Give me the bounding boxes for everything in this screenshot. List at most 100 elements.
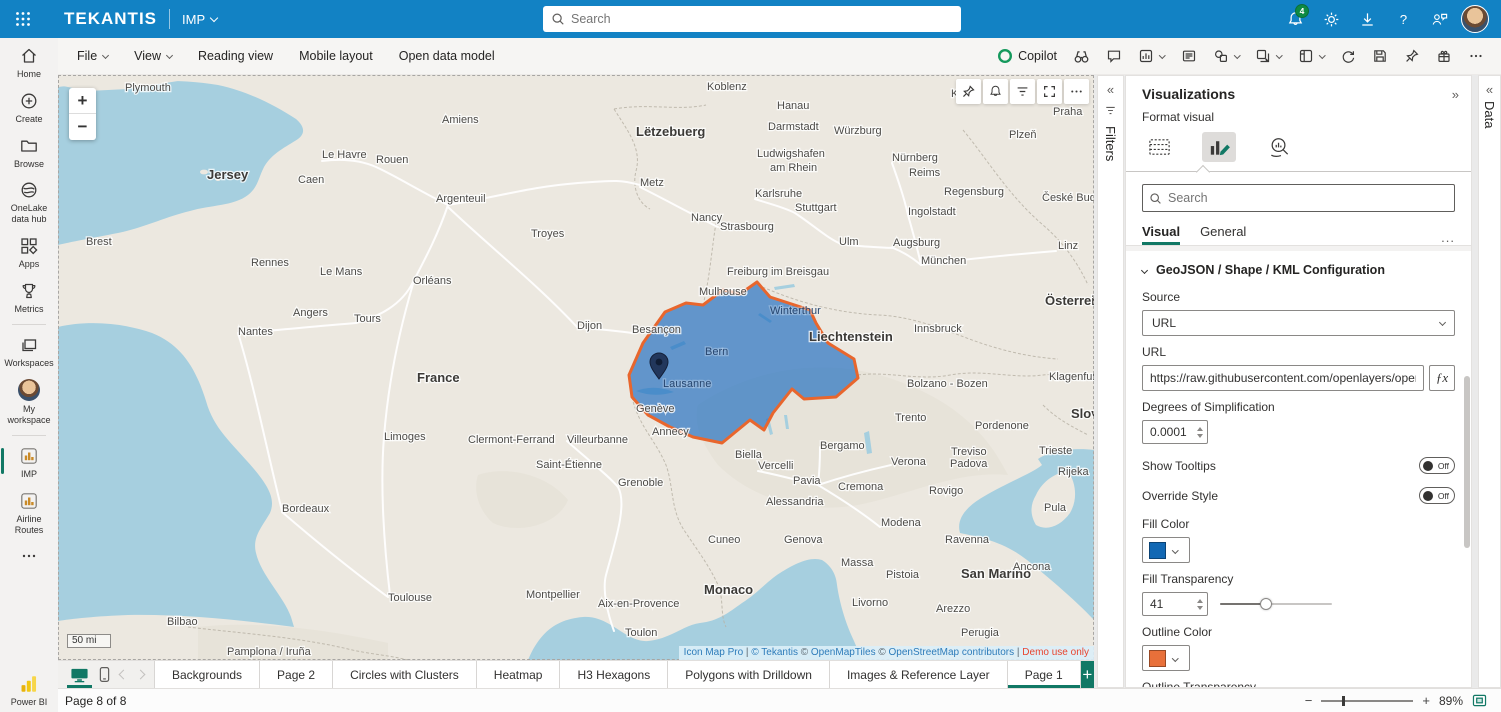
map-visual[interactable]: PlymouthAmiensKoblenzHanauDarmstadtWürzb… <box>58 75 1094 660</box>
focus-mode-button[interactable] <box>1037 79 1062 104</box>
menu-item-file[interactable]: File <box>66 43 119 69</box>
sidebar-item-onelake-data-hub[interactable]: OneLake data hub <box>0 174 58 230</box>
buttons-button[interactable] <box>1248 42 1289 70</box>
expand-pane-icon[interactable]: » <box>1452 87 1459 102</box>
settings-button[interactable] <box>1315 3 1347 35</box>
expand-data-icon[interactable]: « <box>1486 76 1493 97</box>
menu-item-view[interactable]: View <box>123 43 183 69</box>
spinner-control[interactable] <box>1197 427 1205 438</box>
sidebar-item-airline-routes[interactable]: Airline Routes <box>0 485 58 541</box>
sidebar-item-item[interactable] <box>0 540 58 571</box>
add-page-button[interactable]: + <box>1081 661 1094 688</box>
pane-scrollbar[interactable] <box>1464 376 1470 548</box>
feedback-button[interactable] <box>1423 3 1455 35</box>
sidebar-item-metrics[interactable]: Metrics <box>0 275 58 320</box>
help-button[interactable]: ? <box>1387 3 1419 35</box>
tab-general[interactable]: General <box>1200 224 1246 245</box>
zoom-slider[interactable] <box>1321 695 1413 707</box>
search-input[interactable] <box>571 12 953 26</box>
sidebar-item-browse[interactable]: Browse <box>0 130 58 175</box>
sensitivity-button[interactable] <box>1429 42 1459 70</box>
filters-pane-collapsed[interactable]: « Filters <box>1097 75 1124 688</box>
fill-color-dropdown[interactable] <box>1142 537 1190 563</box>
zoom-out-button[interactable]: − <box>69 114 96 140</box>
spin-up-icon[interactable] <box>1197 427 1203 431</box>
expand-filters-icon[interactable]: « <box>1107 76 1114 97</box>
notifications-button[interactable]: 4 <box>1279 3 1311 35</box>
page-tab-page-2[interactable]: Page 2 <box>260 661 333 688</box>
zoom-out-button[interactable]: − <box>1305 693 1313 708</box>
format-search[interactable] <box>1142 184 1455 212</box>
data-pane-collapsed[interactable]: « Data <box>1478 75 1501 688</box>
fill-transparency-input[interactable]: 41 <box>1142 592 1208 616</box>
new-visual-button[interactable] <box>1131 42 1172 70</box>
tab-visual[interactable]: Visual <box>1142 224 1180 245</box>
save-button[interactable] <box>1365 42 1395 70</box>
spin-down-icon[interactable] <box>1197 606 1203 610</box>
page-tab-backgrounds[interactable]: Backgrounds <box>154 661 260 688</box>
fit-to-page-button[interactable] <box>1472 694 1487 707</box>
sidebar-item-my-workspace[interactable]: My workspace <box>0 373 58 431</box>
override-style-toggle[interactable]: Off <box>1419 487 1455 504</box>
page-tab-circles-with-clusters[interactable]: Circles with Clusters <box>333 661 477 688</box>
zoom-in-button[interactable]: + <box>69 88 96 114</box>
account-avatar[interactable] <box>1459 3 1491 35</box>
page-tab-polygons-with-drilldown[interactable]: Polygons with Drilldown <box>668 661 830 688</box>
sidebar-item-home[interactable]: Home <box>0 40 58 85</box>
attribution-link[interactable]: OpenStreetMap contributors <box>889 647 1015 658</box>
app-launcher-icon[interactable] <box>0 0 46 38</box>
slider-thumb[interactable] <box>1342 696 1345 706</box>
next-page-button[interactable] <box>137 661 144 688</box>
fx-conditional-format-button[interactable]: ƒx <box>1429 365 1455 391</box>
zoom-in-button[interactable]: + <box>1422 693 1430 708</box>
slider-thumb[interactable] <box>1260 598 1272 610</box>
attribution-link[interactable]: © Tekantis <box>751 647 798 658</box>
page-tab-images-reference-layer[interactable]: Images & Reference Layer <box>830 661 1008 688</box>
simplification-input[interactable]: 0.0001 <box>1142 420 1208 444</box>
outline-color-dropdown[interactable] <box>1142 645 1190 671</box>
format-tab-icon[interactable] <box>1202 132 1236 162</box>
sidebar-item-create[interactable]: Create <box>0 85 58 130</box>
page-layout-button[interactable] <box>1291 42 1332 70</box>
spin-up-icon[interactable] <box>1197 599 1203 603</box>
menu-item-open-data-model[interactable]: Open data model <box>388 43 506 69</box>
page-tab-h3-hexagons[interactable]: H3 Hexagons <box>560 661 668 688</box>
global-search[interactable] <box>543 6 961 32</box>
source-dropdown[interactable]: URL <box>1142 310 1455 336</box>
web-layout-button[interactable] <box>70 661 89 688</box>
spin-down-icon[interactable] <box>1197 434 1203 438</box>
more-options-button[interactable] <box>1064 79 1089 104</box>
comments-button[interactable] <box>1099 42 1129 70</box>
analytics-tab-icon[interactable] <box>1262 132 1296 162</box>
explore-button[interactable] <box>1066 42 1097 70</box>
copilot-button[interactable]: Copilot <box>990 42 1064 70</box>
page-tab-page-1[interactable]: Page 1 <box>1008 661 1081 688</box>
mobile-layout-button[interactable] <box>99 661 110 688</box>
section-geojson-config[interactable]: GeoJSON / Shape / KML Configuration <box>1126 251 1471 281</box>
pin-button[interactable] <box>1397 42 1427 70</box>
alert-button[interactable] <box>983 79 1008 104</box>
tabs-more-icon[interactable]: ... <box>1441 230 1455 245</box>
tooltips-toggle[interactable]: Off <box>1419 457 1455 474</box>
format-search-input[interactable] <box>1168 191 1448 205</box>
more-options-button[interactable] <box>1461 42 1491 70</box>
fields-tab-icon[interactable] <box>1142 132 1176 162</box>
page-tab-heatmap[interactable]: Heatmap <box>477 661 561 688</box>
attribution-link[interactable]: Icon Map Pro <box>684 647 743 658</box>
shapes-button[interactable] <box>1206 42 1247 70</box>
pin-visual-button[interactable] <box>956 79 981 104</box>
sidebar-item-imp[interactable]: IMP <box>0 440 58 485</box>
sidebar-item-workspaces[interactable]: Workspaces <box>0 329 58 374</box>
menu-item-reading-view[interactable]: Reading view <box>187 43 284 69</box>
menu-item-mobile-layout[interactable]: Mobile layout <box>288 43 384 69</box>
text-box-button[interactable] <box>1174 42 1204 70</box>
workspace-switcher[interactable]: IMP <box>182 12 217 27</box>
sidebar-item-apps[interactable]: Apps <box>0 230 58 275</box>
filter-visual-button[interactable] <box>1010 79 1035 104</box>
previous-page-button[interactable] <box>120 661 127 688</box>
fill-transparency-slider[interactable] <box>1220 598 1332 610</box>
attribution-link[interactable]: OpenMapTiles <box>811 647 876 658</box>
spinner-control[interactable] <box>1197 599 1205 610</box>
url-input[interactable]: https://raw.githubusercontent.com/openla… <box>1142 365 1424 391</box>
refresh-button[interactable] <box>1333 42 1363 70</box>
